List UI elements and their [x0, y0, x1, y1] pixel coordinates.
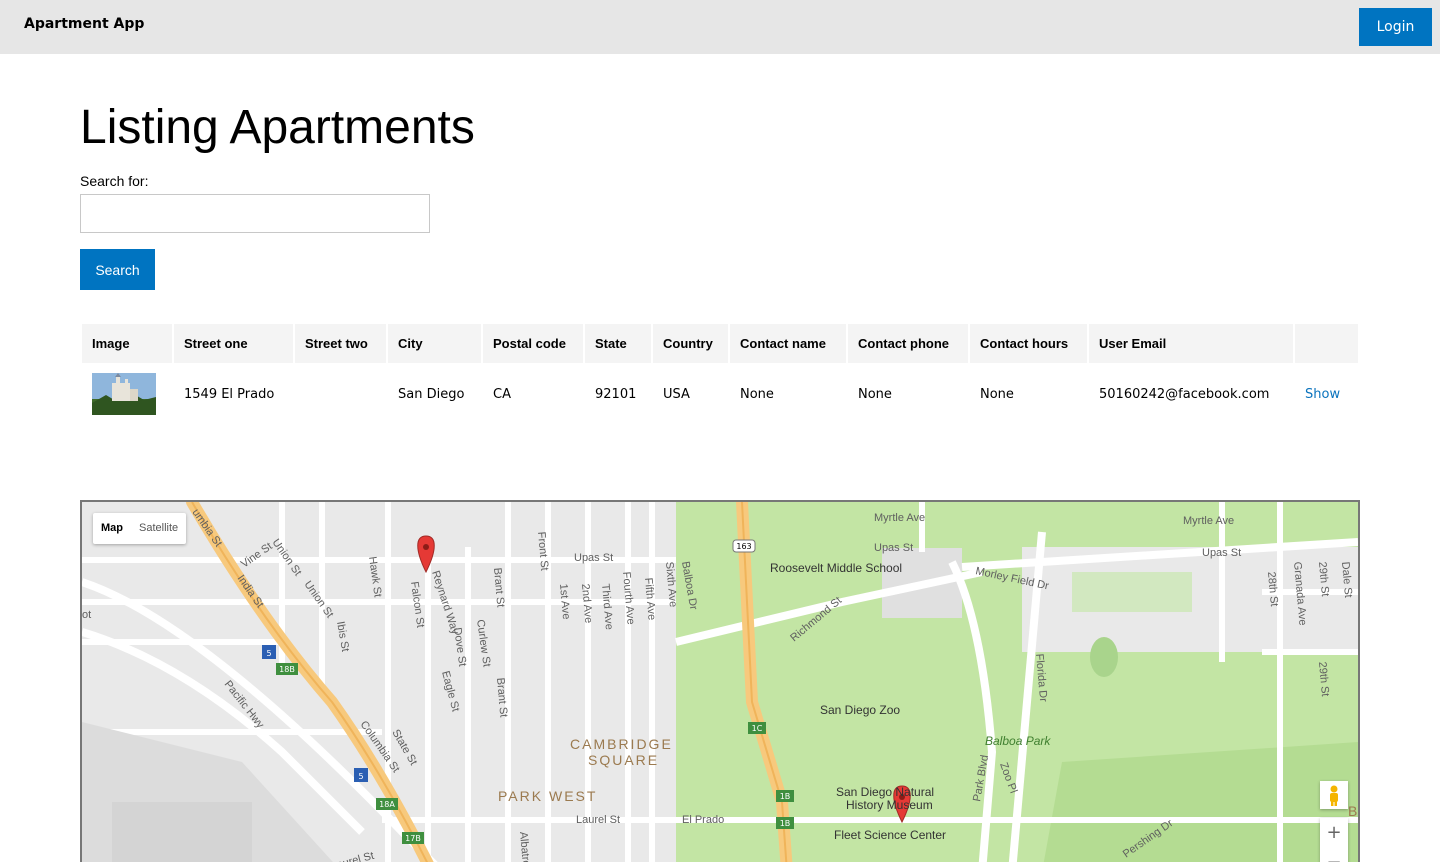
cell-user-email: 50160242@facebook.com	[1099, 386, 1270, 402]
exit-18b: 18B	[279, 665, 295, 674]
map-label: Laurel St	[576, 814, 620, 826]
search-label: Search for:	[80, 173, 149, 189]
map-canvas[interactable]: 163 5 5 18B 18A 17B 1C 1B 1B Myrtle Ave …	[82, 502, 1358, 862]
map-label: Eagle St	[439, 670, 461, 713]
cell-contact-hours: None	[980, 386, 1014, 402]
apartment-thumbnail[interactable]	[92, 373, 156, 415]
apartments-table: Image Street one Street two City Postal …	[80, 324, 1360, 425]
map-label: Curlew St	[474, 619, 493, 668]
map-label: 2nd Ave	[579, 583, 594, 623]
page-title: Listing Apartments	[80, 101, 475, 154]
map-label: El Prado	[682, 814, 724, 826]
cell-street-two	[295, 363, 386, 425]
map-label: umbia St	[190, 507, 225, 549]
map-label: SQUARE	[588, 752, 659, 768]
zoom-out-button[interactable]: −	[1320, 848, 1348, 862]
map-label: San Diego Natural	[836, 785, 934, 799]
map-type-control: Map Satellite	[93, 513, 187, 544]
map-label: Upas St	[874, 542, 913, 554]
map-label: Balboa Park	[985, 734, 1051, 748]
show-link[interactable]: Show	[1305, 387, 1340, 402]
map-label: B	[1348, 803, 1357, 819]
cell-country: USA	[663, 386, 690, 402]
exit-18a: 18A	[379, 800, 395, 809]
column-header-user-email: User Email	[1089, 324, 1293, 363]
app-brand[interactable]: Apartment App	[24, 16, 144, 32]
cell-state: 92101	[595, 386, 637, 402]
column-header-contact-name: Contact name	[730, 324, 846, 363]
column-header-image: Image	[82, 324, 172, 363]
column-header-actions	[1295, 324, 1358, 363]
street-view-pegman-icon[interactable]	[1320, 781, 1348, 809]
column-header-contact-hours: Contact hours	[970, 324, 1087, 363]
shield-5a: 5	[266, 649, 271, 658]
map-label: CAMBRIDGE	[570, 736, 673, 752]
map-label: Upas St	[1202, 547, 1241, 559]
cell-postal-code: CA	[493, 386, 511, 402]
map-label: 1st Ave	[557, 583, 572, 620]
map-type-satellite[interactable]: Satellite	[131, 513, 186, 544]
map-label: Brant St	[494, 677, 509, 718]
map-marker-1[interactable]	[417, 535, 435, 574]
cell-city: San Diego	[398, 386, 465, 402]
map-label: Vine St	[239, 540, 275, 570]
exit-1b-b: 1B	[780, 819, 791, 828]
map-label: Albatross	[517, 831, 533, 862]
top-navbar: Apartment App Login	[0, 0, 1440, 54]
exit-1b-a: 1B	[780, 792, 791, 801]
search-button[interactable]: Search	[80, 249, 155, 290]
map-view[interactable]: 163 5 5 18B 18A 17B 1C 1B 1B Myrtle Ave …	[80, 500, 1360, 862]
login-button[interactable]: Login	[1359, 8, 1432, 46]
cell-street-one: 1549 El Prado	[184, 386, 275, 402]
map-label: Laurel St	[330, 850, 376, 862]
shield-163: 163	[736, 542, 751, 551]
map-label: Myrtle Ave	[1183, 515, 1234, 527]
map-label: Myrtle Ave	[874, 512, 925, 524]
column-header-contact-phone: Contact phone	[848, 324, 968, 363]
map-label: PARK WEST	[498, 788, 597, 804]
map-label: History Museum	[846, 798, 933, 812]
search-input[interactable]	[80, 194, 430, 233]
cell-contact-name: None	[740, 386, 774, 402]
cell-actions: Show	[1295, 363, 1358, 425]
table-header-row: Image Street one Street two City Postal …	[82, 324, 1358, 363]
map-label: Ibis St	[334, 620, 351, 652]
map-label: Fleet Science Center	[834, 828, 946, 842]
exit-17b: 17B	[405, 834, 421, 843]
column-header-country: Country	[653, 324, 728, 363]
column-header-street-one: Street one	[174, 324, 293, 363]
exit-1c: 1C	[752, 724, 763, 733]
column-header-postal-code: Postal code	[483, 324, 583, 363]
map-type-map[interactable]: Map	[93, 513, 131, 544]
map-label: Fourth Ave	[620, 571, 637, 625]
zoom-control: + −	[1320, 818, 1348, 862]
cell-contact-phone: None	[858, 386, 892, 402]
shield-5b: 5	[358, 772, 363, 781]
column-header-street-two: Street two	[295, 324, 386, 363]
column-header-state: State	[585, 324, 651, 363]
map-label: Fifth Ave	[642, 577, 658, 620]
map-label: Front St	[535, 531, 550, 571]
map-label: San Diego Zoo	[820, 703, 900, 717]
map-label: Upas St	[574, 552, 613, 564]
zoom-in-button[interactable]: +	[1320, 818, 1348, 848]
map-label: Third Ave	[599, 583, 615, 630]
cell-image	[82, 363, 172, 425]
table-row: 1549 El Prado San Diego CA 92101 USA Non…	[82, 363, 1358, 425]
map-label: ot	[82, 609, 91, 621]
map-label: Roosevelt Middle School	[770, 561, 902, 575]
column-header-city: City	[388, 324, 481, 363]
